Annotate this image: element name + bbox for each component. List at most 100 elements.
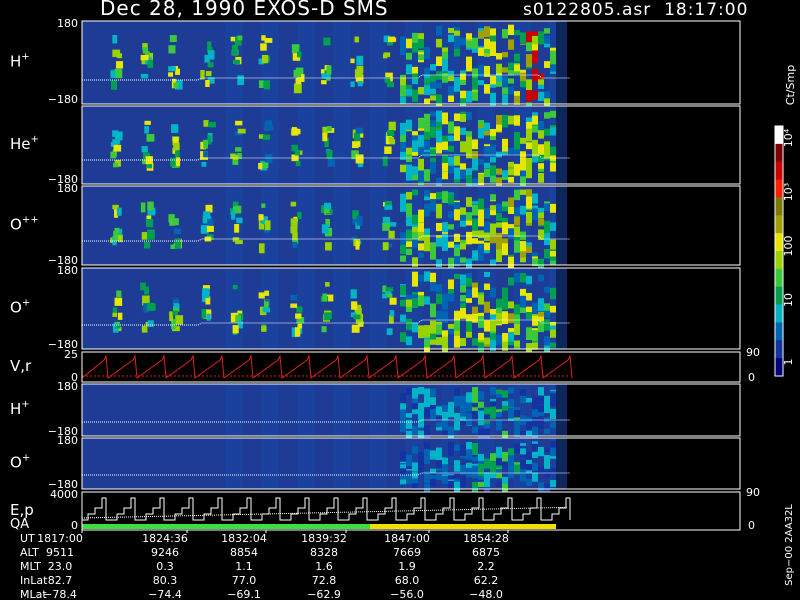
data-cell [508,387,514,394]
panel-vr [81,351,741,383]
data-cell [382,156,388,167]
ephemeris-value: 7669 [393,546,421,559]
data-cell [454,167,460,180]
data-cell [448,241,454,248]
spectrogram-band [333,384,351,436]
data-cell [412,462,418,468]
data-cell [388,121,396,131]
data-cell [544,447,550,453]
ephemeris-value: 1.1 [235,560,253,573]
data-cell [472,426,478,434]
ephemeris-value: 1839:32 [301,532,347,545]
data-cell [412,43,418,53]
spectrogram-band [369,268,387,349]
data-cell [466,289,472,299]
data-cell [544,303,550,311]
right-tick-label-bottom: 0 [748,519,755,532]
data-cell [387,129,395,137]
data-cell [412,89,418,98]
data-cell [478,481,484,488]
panel-label-superscript: + [22,298,30,309]
data-cell [424,243,430,252]
panel-o-plus [81,267,741,356]
data-cell [406,336,412,346]
data-cell [170,157,176,167]
data-cell [490,332,496,340]
data-cell [353,132,361,142]
data-cell [297,323,302,329]
data-cell [430,161,436,174]
data-cell [478,159,484,165]
data-cell [295,77,302,85]
qa-bar-good [82,524,370,529]
data-cell [544,28,550,34]
data-cell [472,338,478,346]
data-cell [496,458,502,466]
data-cell [386,293,393,298]
data-cell [502,94,508,105]
spectrogram-band [297,106,315,184]
data-cell [502,222,508,235]
data-cell [484,428,490,439]
data-cell [258,292,265,299]
colorbar-tick-label: 10 [782,293,795,307]
data-cell [424,449,430,456]
data-cell [484,84,490,94]
data-cell [496,411,502,418]
spectrogram-band [225,106,243,184]
data-cell [290,201,297,207]
data-cell [412,322,418,333]
data-cell [231,44,238,55]
data-cell [472,306,478,314]
data-cell [520,72,526,82]
data-cell [532,115,538,125]
data-cell [502,390,508,398]
y-tick-label-top: 180 [57,434,78,447]
data-cell [430,64,436,71]
data-cell [538,259,544,268]
data-cell [400,96,406,105]
data-cell [418,387,424,395]
data-cell [400,299,406,307]
data-cell [532,90,538,100]
data-cell [442,420,448,431]
data-cell [265,125,274,131]
data-cell [261,326,267,332]
data-cell [472,465,478,475]
data-cell [544,112,550,119]
data-cell [430,339,436,345]
data-cell [140,282,146,291]
data-cell [114,227,120,234]
data-cell [144,125,149,134]
data-cell [442,163,448,172]
data-cell [538,120,544,131]
data-cell [532,302,538,315]
data-cell [355,154,364,164]
data-cell [258,243,265,254]
data-cell [496,168,502,175]
data-cell [460,416,466,421]
data-cell [532,411,538,418]
data-cell [418,134,424,147]
data-cell [478,80,484,86]
data-cell [520,395,526,404]
panel-label: H+ [10,399,30,418]
data-cell [538,405,544,413]
data-cell [424,67,430,75]
data-cell [544,417,550,423]
data-cell [532,316,538,326]
data-cell [520,205,526,215]
ephemeris-row-label: MLT [20,560,41,573]
data-cell [203,151,208,158]
data-cell [466,212,472,221]
data-cell [484,162,490,169]
data-cell [496,203,502,212]
data-cell [472,158,478,170]
data-cell [466,56,472,66]
data-cell [406,88,412,96]
data-cell [235,147,242,152]
data-cell [490,35,496,42]
data-cell [203,139,208,149]
data-cell [508,313,514,324]
data-cell [538,229,544,240]
